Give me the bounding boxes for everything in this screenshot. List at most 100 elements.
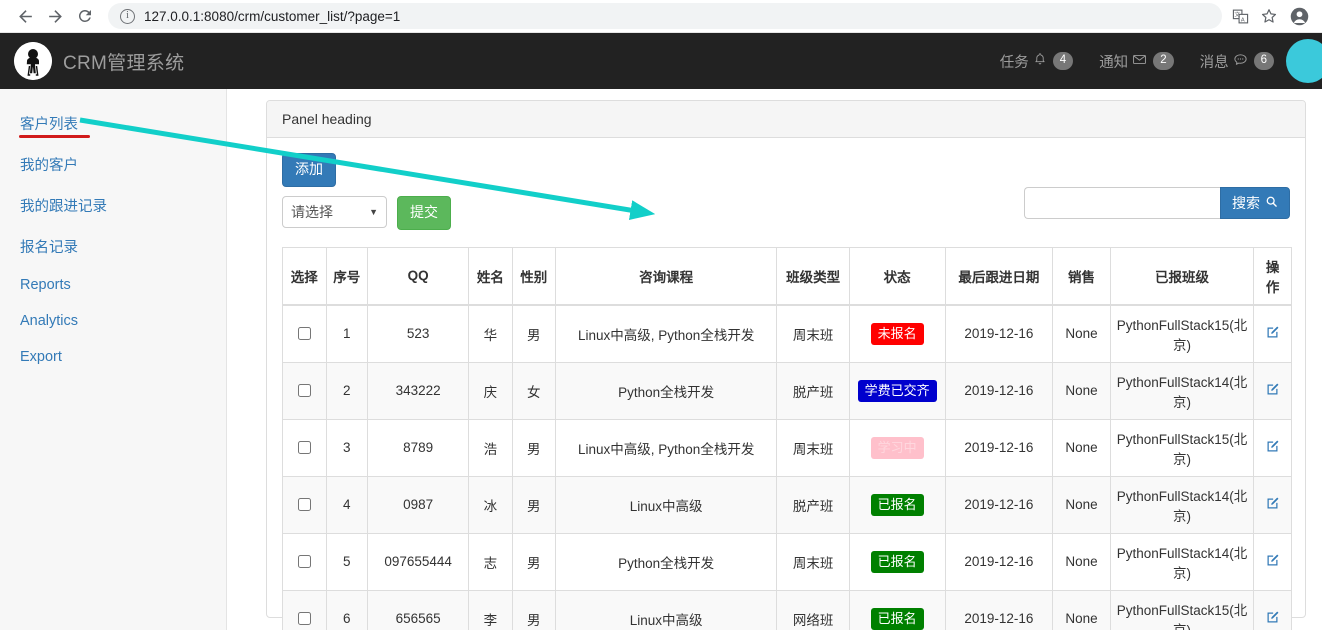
table-row: 1 523 华男 Linux中高级, Python全栈开发 周末班 未报名 2019-12-… — [282, 304, 1292, 363]
cell-status: 学习中 — [848, 418, 946, 477]
arrow-left-icon — [18, 9, 32, 23]
cell-course: Linux中高级, Python全栈开发 — [554, 418, 778, 477]
panel-heading: Panel heading — [267, 101, 1305, 138]
th-class-type: 班级类型 — [776, 246, 850, 306]
cell-sales: None — [1052, 589, 1111, 630]
app-navbar: CRM管理系统 任务 4 通知 2 消息 6 — [0, 33, 1322, 89]
cell-name: 庆 — [468, 361, 513, 420]
cell-class-type: 周末班 — [776, 304, 850, 363]
nav-link-tasks[interactable]: 任务 4 — [999, 51, 1074, 72]
cell-action[interactable] — [1253, 475, 1292, 534]
cell-seq: 5 — [325, 532, 369, 591]
browser-action-icons: 文 A — [1232, 6, 1312, 27]
nav-label-tasks: 任务 — [999, 54, 1029, 71]
action-select[interactable]: 请选择 ▼ — [282, 195, 387, 228]
row-checkbox[interactable] — [298, 612, 312, 626]
cell-qq: 0987 — [366, 475, 470, 534]
cell-sales: None — [1052, 475, 1111, 534]
sidebar-item-reports[interactable]: Reports — [0, 267, 226, 303]
search-button[interactable]: 搜索 — [1220, 187, 1290, 219]
edit-icon[interactable] — [1265, 382, 1280, 397]
edit-icon[interactable] — [1265, 553, 1280, 568]
sidebar-item-customer-list[interactable]: 客户列表 — [0, 103, 226, 144]
row-checkbox[interactable] — [298, 441, 312, 455]
user-avatar[interactable] — [1286, 39, 1322, 83]
status-badge: 学费已交齐 — [857, 379, 937, 402]
cell-name: 浩 — [468, 418, 513, 477]
cell-enrolled: PythonFullStack14(北京) — [1109, 361, 1255, 420]
cell-action[interactable] — [1253, 418, 1292, 477]
cell-action[interactable] — [1253, 589, 1292, 630]
nav-link-notifications[interactable]: 通知 2 — [1099, 51, 1174, 72]
row-checkbox[interactable] — [298, 498, 312, 512]
cell-action[interactable] — [1253, 304, 1292, 363]
submit-button[interactable]: 提交 — [397, 195, 451, 230]
cell-enrolled: PythonFullStack15(北京) — [1109, 418, 1255, 477]
th-last-date: 最后跟进日期 — [944, 246, 1054, 306]
cell-last-date: 2019-12-16 — [944, 589, 1054, 630]
sidebar-label-customer-list: 客户列表 — [20, 117, 78, 133]
sidebar-label-reports: Reports — [20, 277, 71, 293]
row-select-cell[interactable] — [282, 589, 327, 630]
sidebar-item-my-followups[interactable]: 我的跟进记录 — [0, 185, 226, 226]
translate-icon[interactable]: 文 A — [1232, 8, 1249, 25]
cell-course: Python全栈开发 — [554, 532, 778, 591]
sidebar-item-enrollments[interactable]: 报名记录 — [0, 226, 226, 267]
sidebar-item-my-customers[interactable]: 我的客户 — [0, 144, 226, 185]
row-select-cell[interactable] — [282, 475, 327, 534]
brand[interactable]: CRM管理系统 — [14, 42, 184, 80]
cell-seq: 2 — [325, 361, 369, 420]
envelope-icon — [1132, 52, 1147, 71]
row-select-cell[interactable] — [282, 361, 327, 420]
search-icon — [1265, 195, 1278, 211]
cell-gender: 男 — [511, 475, 556, 534]
info-circle-icon: i — [120, 8, 135, 24]
cell-class-type: 周末班 — [776, 418, 850, 477]
th-gender: 性别 — [511, 246, 556, 306]
cell-course: Python全栈开发 — [554, 361, 778, 420]
cell-status: 已报名 — [848, 475, 946, 534]
sidebar-item-analytics[interactable]: Analytics — [0, 303, 226, 339]
svg-text:A: A — [1241, 17, 1245, 23]
star-icon[interactable] — [1260, 7, 1278, 25]
profile-avatar-icon[interactable] — [1289, 6, 1310, 27]
cell-gender: 男 — [511, 304, 556, 363]
reload-button[interactable] — [70, 2, 100, 30]
sidebar-label-my-followups: 我的跟进记录 — [20, 199, 107, 215]
nav-link-messages[interactable]: 消息 6 — [1200, 51, 1274, 72]
row-checkbox[interactable] — [298, 555, 312, 569]
cell-action[interactable] — [1253, 532, 1292, 591]
cell-seq: 3 — [325, 418, 369, 477]
edit-icon[interactable] — [1265, 496, 1280, 511]
cell-qq: 8789 — [366, 418, 470, 477]
cell-action[interactable] — [1253, 361, 1292, 420]
row-select-cell[interactable] — [282, 532, 327, 591]
row-select-cell[interactable] — [282, 418, 327, 477]
search-input[interactable] — [1024, 187, 1220, 219]
cell-sales: None — [1052, 532, 1111, 591]
main-content: Panel heading 添加 请选择 ▼ 提交 搜索 选择 序号 QQ 姓名… — [227, 89, 1322, 630]
cell-name: 李 — [468, 589, 513, 630]
forward-button[interactable] — [40, 2, 70, 30]
cell-last-date: 2019-12-16 — [944, 418, 1054, 477]
add-button[interactable]: 添加 — [282, 153, 336, 187]
cell-course: Linux中高级, Python全栈开发 — [554, 304, 778, 363]
sidebar-item-export[interactable]: Export — [0, 339, 226, 375]
edit-icon[interactable] — [1265, 325, 1280, 340]
th-select: 选择 — [282, 246, 327, 306]
row-select-cell[interactable] — [282, 304, 327, 363]
address-bar[interactable]: i 127.0.0.1:8080/crm/customer_list/?page… — [108, 3, 1222, 29]
row-checkbox[interactable] — [298, 327, 312, 341]
cell-course: Linux中高级 — [554, 589, 778, 630]
cell-gender: 男 — [511, 532, 556, 591]
row-checkbox[interactable] — [298, 384, 312, 398]
comment-icon — [1233, 52, 1248, 71]
edit-icon[interactable] — [1265, 439, 1280, 454]
table-header-row: 选择 序号 QQ 姓名 性别 咨询课程 班级类型 状态 最后跟进日期 销售 已报… — [282, 246, 1292, 306]
browser-toolbar: i 127.0.0.1:8080/crm/customer_list/?page… — [0, 0, 1322, 33]
back-button[interactable] — [10, 2, 40, 30]
cell-enrolled: PythonFullStack14(北京) — [1109, 532, 1255, 591]
nav-label-notifications: 通知 — [1099, 54, 1129, 71]
cell-name: 华 — [468, 304, 513, 363]
edit-icon[interactable] — [1265, 610, 1280, 625]
